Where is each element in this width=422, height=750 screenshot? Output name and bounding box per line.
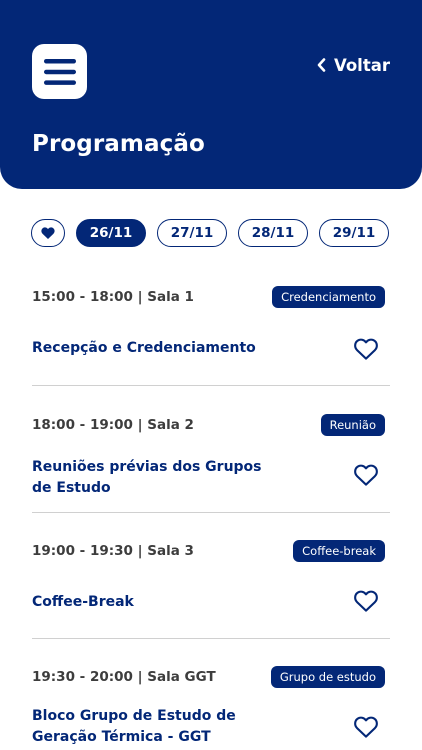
date-chip-29-11[interactable]: 29/11 xyxy=(319,219,389,247)
divider xyxy=(32,512,390,513)
menu-icon xyxy=(43,58,76,85)
heart-filled-icon xyxy=(41,227,55,240)
heart-outline-icon[interactable] xyxy=(353,337,379,361)
divider xyxy=(32,638,390,639)
date-chip-26-11[interactable]: 26/11 xyxy=(76,219,146,247)
event-time: 18:00 - 19:00 | Sala 2 xyxy=(32,417,194,433)
event-time: 15:00 - 18:00 | Sala 1 xyxy=(32,289,194,305)
event-title[interactable]: Coffee-Break xyxy=(32,592,272,613)
event-title[interactable]: Reuniões prévias dos Grupos de Estudo xyxy=(32,457,272,499)
schedule-screen: Voltar Programação 26/11 27/11 28/11 29/… xyxy=(0,0,422,750)
date-chip-28-11[interactable]: 28/11 xyxy=(238,219,308,247)
header: Voltar Programação xyxy=(0,0,422,189)
heart-outline-icon[interactable] xyxy=(353,463,379,487)
favorites-filter-button[interactable] xyxy=(31,219,65,247)
divider xyxy=(32,385,390,386)
date-chip-27-11[interactable]: 27/11 xyxy=(157,219,227,247)
event-time: 19:30 - 20:00 | Sala GGT xyxy=(32,669,216,685)
event-title[interactable]: Recepção e Credenciamento xyxy=(32,338,272,359)
date-filter-bar: 26/11 27/11 28/11 29/11 xyxy=(31,219,389,247)
event-category-badge: Reunião xyxy=(320,414,385,436)
event-title[interactable]: Bloco Grupo de Estudo de Geração Térmica… xyxy=(32,706,272,748)
heart-outline-icon[interactable] xyxy=(353,715,379,739)
event-category-badge: Grupo de estudo xyxy=(270,666,385,688)
heart-outline-icon[interactable] xyxy=(353,589,379,613)
menu-button[interactable] xyxy=(32,44,87,99)
back-button[interactable]: Voltar xyxy=(317,54,390,76)
page-title: Programação xyxy=(32,131,205,157)
event-category-badge: Coffee-break xyxy=(293,540,385,562)
event-time: 19:00 - 19:30 | Sala 3 xyxy=(32,543,194,559)
event-category-badge: Credenciamento xyxy=(272,286,385,308)
chevron-left-icon xyxy=(317,58,326,72)
back-label: Voltar xyxy=(333,55,390,75)
